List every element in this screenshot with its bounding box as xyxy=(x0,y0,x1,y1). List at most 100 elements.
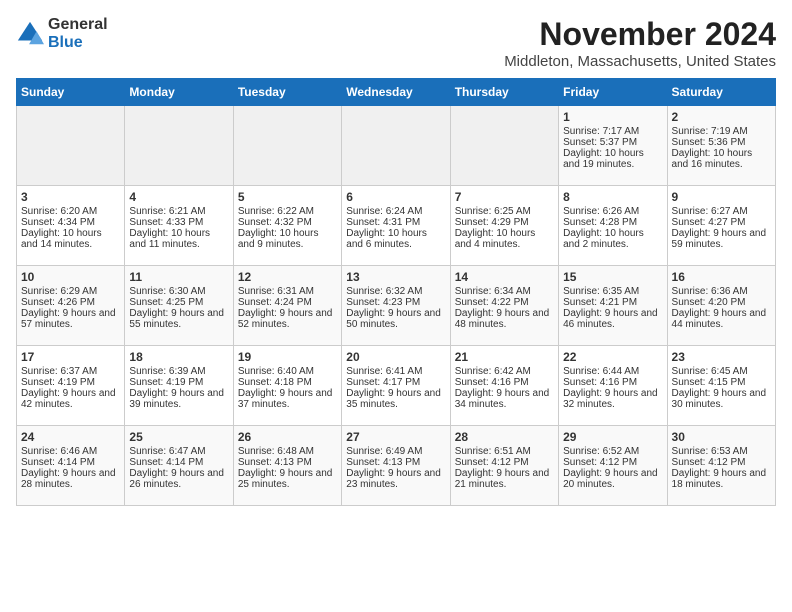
sunrise: Sunrise: 6:24 AM xyxy=(346,206,445,217)
calendar-cell: 17Sunrise: 6:37 AMSunset: 4:19 PMDayligh… xyxy=(17,346,125,426)
sunset: Sunset: 4:32 PM xyxy=(238,217,337,228)
main-title: November 2024 xyxy=(504,16,776,53)
calendar-cell: 5Sunrise: 6:22 AMSunset: 4:32 PMDaylight… xyxy=(233,186,341,266)
daylight: Daylight: 9 hours and 52 minutes. xyxy=(238,308,337,330)
header-wednesday: Wednesday xyxy=(342,79,450,106)
daylight: Daylight: 10 hours and 19 minutes. xyxy=(563,148,662,170)
sunset: Sunset: 4:34 PM xyxy=(21,217,120,228)
sunset: Sunset: 4:26 PM xyxy=(21,297,120,308)
sunset: Sunset: 4:33 PM xyxy=(129,217,228,228)
daylight: Daylight: 9 hours and 44 minutes. xyxy=(672,308,771,330)
day-number: 19 xyxy=(238,350,337,364)
daylight: Daylight: 9 hours and 37 minutes. xyxy=(238,388,337,410)
calendar-cell: 23Sunrise: 6:45 AMSunset: 4:15 PMDayligh… xyxy=(667,346,775,426)
sunset: Sunset: 5:36 PM xyxy=(672,137,771,148)
title-area: November 2024 Middleton, Massachusetts, … xyxy=(504,16,776,70)
sunset: Sunset: 4:18 PM xyxy=(238,377,337,388)
calendar-cell: 4Sunrise: 6:21 AMSunset: 4:33 PMDaylight… xyxy=(125,186,233,266)
day-number: 1 xyxy=(563,110,662,124)
daylight: Daylight: 9 hours and 30 minutes. xyxy=(672,388,771,410)
day-number: 23 xyxy=(672,350,771,364)
daylight: Daylight: 9 hours and 21 minutes. xyxy=(455,468,554,490)
day-number: 9 xyxy=(672,190,771,204)
calendar-table: SundayMondayTuesdayWednesdayThursdayFrid… xyxy=(16,78,776,506)
daylight: Daylight: 9 hours and 46 minutes. xyxy=(563,308,662,330)
calendar-cell xyxy=(233,106,341,186)
sunset: Sunset: 4:23 PM xyxy=(346,297,445,308)
header-sunday: Sunday xyxy=(17,79,125,106)
daylight: Daylight: 9 hours and 18 minutes. xyxy=(672,468,771,490)
header: General Blue November 2024 Middleton, Ma… xyxy=(16,16,776,70)
calendar-cell: 11Sunrise: 6:30 AMSunset: 4:25 PMDayligh… xyxy=(125,266,233,346)
calendar-cell: 29Sunrise: 6:52 AMSunset: 4:12 PMDayligh… xyxy=(559,426,667,506)
daylight: Daylight: 9 hours and 35 minutes. xyxy=(346,388,445,410)
day-number: 8 xyxy=(563,190,662,204)
day-number: 20 xyxy=(346,350,445,364)
sunset: Sunset: 4:22 PM xyxy=(455,297,554,308)
sunrise: Sunrise: 6:41 AM xyxy=(346,366,445,377)
calendar-cell: 21Sunrise: 6:42 AMSunset: 4:16 PMDayligh… xyxy=(450,346,558,426)
logo-general: General xyxy=(48,16,108,33)
day-number: 16 xyxy=(672,270,771,284)
logo-icon xyxy=(16,20,44,48)
calendar-body: 1Sunrise: 7:17 AMSunset: 5:37 PMDaylight… xyxy=(17,106,776,506)
header-row: SundayMondayTuesdayWednesdayThursdayFrid… xyxy=(17,79,776,106)
sunset: Sunset: 4:13 PM xyxy=(238,457,337,468)
day-number: 29 xyxy=(563,430,662,444)
sunset: Sunset: 4:19 PM xyxy=(21,377,120,388)
day-number: 13 xyxy=(346,270,445,284)
day-number: 30 xyxy=(672,430,771,444)
logo-text: General Blue xyxy=(48,16,108,52)
day-number: 4 xyxy=(129,190,228,204)
sunrise: Sunrise: 6:45 AM xyxy=(672,366,771,377)
subtitle: Middleton, Massachusetts, United States xyxy=(504,53,776,70)
week-row-4: 24Sunrise: 6:46 AMSunset: 4:14 PMDayligh… xyxy=(17,426,776,506)
sunrise: Sunrise: 6:21 AM xyxy=(129,206,228,217)
day-number: 17 xyxy=(21,350,120,364)
sunrise: Sunrise: 6:40 AM xyxy=(238,366,337,377)
sunrise: Sunrise: 6:22 AM xyxy=(238,206,337,217)
calendar-cell: 20 Sunrise: 6:41 AMSunset: 4:17 PMDayligh… xyxy=(342,346,450,426)
day-number: 14 xyxy=(455,270,554,284)
sunrise: Sunrise: 6:20 AM xyxy=(21,206,120,217)
sunset: Sunset: 4:12 PM xyxy=(455,457,554,468)
day-number: 27 xyxy=(346,430,445,444)
sunrise: Sunrise: 6:49 AM xyxy=(346,446,445,457)
daylight: Daylight: 9 hours and 26 minutes. xyxy=(129,468,228,490)
week-row-0: 1Sunrise: 7:17 AMSunset: 5:37 PMDaylight… xyxy=(17,106,776,186)
sunset: Sunset: 4:20 PM xyxy=(672,297,771,308)
calendar-cell: 28Sunrise: 6:51 AMSunset: 4:12 PMDayligh… xyxy=(450,426,558,506)
calendar-cell xyxy=(450,106,558,186)
week-row-2: 10Sunrise: 6:29 AMSunset: 4:26 PMDayligh… xyxy=(17,266,776,346)
calendar-cell: 10Sunrise: 6:29 AMSunset: 4:26 PMDayligh… xyxy=(17,266,125,346)
daylight: Daylight: 9 hours and 55 minutes. xyxy=(129,308,228,330)
sunrise: Sunrise: 6:42 AM xyxy=(455,366,554,377)
day-number: 15 xyxy=(563,270,662,284)
daylight: Daylight: 10 hours and 2 minutes. xyxy=(563,228,662,250)
daylight: Daylight: 9 hours and 48 minutes. xyxy=(455,308,554,330)
calendar-cell: 7Sunrise: 6:25 AMSunset: 4:29 PMDaylight… xyxy=(450,186,558,266)
sunrise: Sunrise: 6:25 AM xyxy=(455,206,554,217)
day-number: 11 xyxy=(129,270,228,284)
daylight: Daylight: 10 hours and 6 minutes. xyxy=(346,228,445,250)
daylight: Daylight: 10 hours and 9 minutes. xyxy=(238,228,337,250)
day-number: 12 xyxy=(238,270,337,284)
day-number: 25 xyxy=(129,430,228,444)
calendar-cell: 13Sunrise: 6:32 AMSunset: 4:23 PMDayligh… xyxy=(342,266,450,346)
day-number: 10 xyxy=(21,270,120,284)
header-saturday: Saturday xyxy=(667,79,775,106)
calendar-cell: 14Sunrise: 6:34 AMSunset: 4:22 PMDayligh… xyxy=(450,266,558,346)
sunset: Sunset: 4:17 PM xyxy=(346,377,445,388)
sunrise: Sunrise: 6:46 AM xyxy=(21,446,120,457)
calendar-cell: 12Sunrise: 6:31 AMSunset: 4:24 PMDayligh… xyxy=(233,266,341,346)
sunset: Sunset: 4:27 PM xyxy=(672,217,771,228)
sunrise: Sunrise: 6:31 AM xyxy=(238,286,337,297)
day-number: 2 xyxy=(672,110,771,124)
sunset: Sunset: 4:12 PM xyxy=(563,457,662,468)
calendar-cell xyxy=(125,106,233,186)
daylight: Daylight: 9 hours and 32 minutes. xyxy=(563,388,662,410)
header-tuesday: Tuesday xyxy=(233,79,341,106)
sunrise: Sunrise: 6:37 AM xyxy=(21,366,120,377)
calendar-cell xyxy=(17,106,125,186)
daylight: Daylight: 9 hours and 39 minutes. xyxy=(129,388,228,410)
